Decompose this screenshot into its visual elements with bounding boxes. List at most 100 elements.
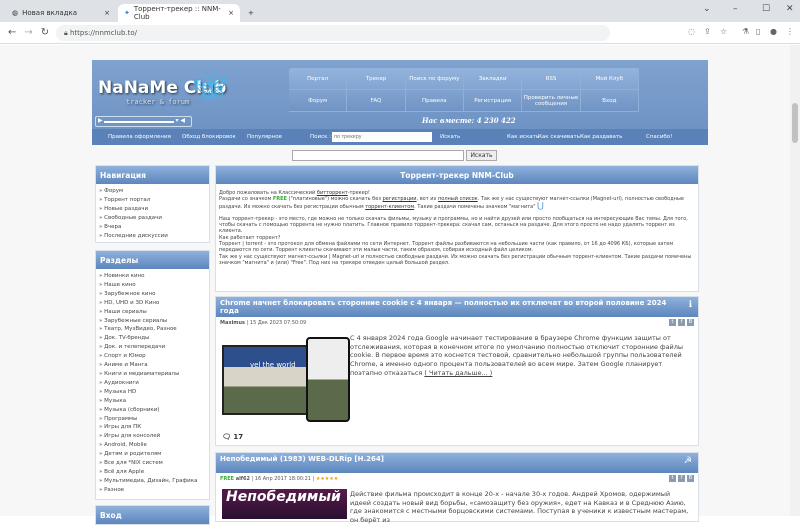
- sections-item[interactable]: » Док. и телепередачи: [99, 343, 206, 352]
- menu-rules[interactable]: Правила: [405, 90, 464, 112]
- release-item: Непобедимый (1983) WEB-DLRip [H.264] ☭ FR…: [215, 452, 699, 524]
- sections-item[interactable]: » Аниме и Манга: [99, 361, 206, 370]
- scrollbar-thumb[interactable]: [792, 103, 798, 143]
- menu-rss[interactable]: RSS: [522, 68, 581, 90]
- login-box: Вход: [95, 505, 210, 525]
- url-field[interactable]: 🔒︎ https://nnmclub.to/: [56, 25, 610, 41]
- sections-item[interactable]: » Наше кино: [99, 281, 206, 290]
- reload-icon[interactable]: ↻: [41, 27, 49, 38]
- sections-item[interactable]: » Музыка: [99, 397, 206, 406]
- menu-login[interactable]: Вход: [580, 90, 639, 112]
- site-search-input[interactable]: [292, 150, 464, 161]
- hammer-sickle-icon: ☭: [683, 456, 692, 466]
- player-progress[interactable]: [104, 121, 174, 123]
- link-how-download[interactable]: Как скачивать: [538, 134, 580, 140]
- close-tab-icon[interactable]: ×: [228, 9, 234, 17]
- audio-player[interactable]: ▶ ▾ ◀: [95, 116, 192, 127]
- maximize-icon[interactable]: ☐: [762, 4, 770, 14]
- sections-item[interactable]: » Аудиокниги: [99, 379, 206, 388]
- sections-item[interactable]: » HD, UHD и 3D Кино: [99, 299, 206, 308]
- tracker-search-input[interactable]: [332, 132, 432, 142]
- sections-item[interactable]: » Программы: [99, 415, 206, 424]
- play-icon[interactable]: ▶: [98, 117, 103, 124]
- facebook-icon[interactable]: f: [678, 475, 685, 482]
- menu-register[interactable]: Регистрация: [463, 90, 523, 112]
- sections-item[interactable]: » Зарубежные сериалы: [99, 317, 206, 326]
- link-popular[interactable]: Популярное: [247, 134, 282, 140]
- link-thanks[interactable]: Спасибо!: [646, 134, 672, 140]
- sections-item[interactable]: » Спорт и Юмор: [99, 352, 206, 361]
- vk-icon[interactable]: B: [687, 475, 694, 482]
- tab-nnm[interactable]: ✦ Торрент-трекер :: NNM-Club ×: [118, 4, 240, 22]
- sections-item[interactable]: » Разное: [99, 486, 206, 495]
- release-meta: FREE alf62 | 16 Апр 2017 18:00:21 | ★★★★…: [220, 475, 694, 482]
- menu-forum-search[interactable]: Поиск по форуму: [405, 68, 464, 90]
- sections-item[interactable]: » Игры для ПК: [99, 423, 206, 432]
- menu-icon[interactable]: ⋮: [786, 27, 794, 36]
- facebook-icon[interactable]: f: [678, 319, 685, 326]
- sections-item[interactable]: » Игры для консолей: [99, 432, 206, 441]
- sections-item[interactable]: » Док. TV-бренды: [99, 334, 206, 343]
- news-author[interactable]: Maximus: [220, 320, 245, 326]
- sections-item[interactable]: » Новинки кино: [99, 272, 206, 281]
- nav-item[interactable]: » Торрент портал: [99, 196, 206, 205]
- menu-forum[interactable]: Форум: [289, 90, 348, 112]
- minimize-icon[interactable]: –: [733, 4, 738, 14]
- tab-search-icon[interactable]: ⌄: [703, 4, 711, 14]
- link-full-list[interactable]: полный список: [438, 196, 478, 202]
- forward-icon[interactable]: →: [24, 27, 32, 38]
- news-title[interactable]: Chrome начнет блокировать сторонние cook…: [216, 297, 698, 317]
- share-icon[interactable]: ⇪: [704, 27, 711, 36]
- twitter-icon[interactable]: t: [669, 475, 676, 482]
- sections-item[interactable]: » Театр, МузВидео, Разное: [99, 325, 206, 334]
- nav-item[interactable]: » Форум: [99, 187, 206, 196]
- sections-item[interactable]: » Все для *NIX систем: [99, 459, 206, 468]
- menu-my-club[interactable]: Мой Клуб: [580, 68, 639, 90]
- extensions-icon[interactable]: ⚗: [742, 27, 749, 36]
- nav-item[interactable]: » Вчера: [99, 223, 206, 232]
- link-rules-format[interactable]: Правила оформления: [108, 134, 171, 140]
- link-bypass[interactable]: Обход блокировок: [182, 134, 236, 140]
- nav-item[interactable]: » Последние дискуссии: [99, 232, 206, 241]
- close-window-icon[interactable]: ✕: [786, 4, 794, 14]
- scrollbar[interactable]: [790, 45, 800, 516]
- sections-item[interactable]: » Мультимедиа, Дизайн, Графика: [99, 477, 206, 486]
- nav-item[interactable]: » Новые раздачи: [99, 205, 206, 214]
- link-how-seed[interactable]: Как раздавать: [580, 134, 622, 140]
- profile-icon[interactable]: ●: [770, 27, 777, 36]
- sections-item[interactable]: » Музыка HD: [99, 388, 206, 397]
- sections-item[interactable]: » Наши сериалы: [99, 308, 206, 317]
- new-tab-button[interactable]: +: [242, 4, 260, 22]
- sections-item[interactable]: » Всё для Apple: [99, 468, 206, 477]
- site-header: NaNaMe Club tracker & forum 🦋︎ ▶ ▾ ◀ Порта…: [92, 60, 708, 145]
- link-how-search[interactable]: Как искать: [507, 134, 539, 140]
- link-torrent-client[interactable]: торрент-клиентом: [365, 204, 414, 210]
- star-icon[interactable]: ☆: [720, 27, 727, 36]
- tab-new[interactable]: ◍ Новая вкладка ×: [6, 4, 116, 22]
- menu-faq[interactable]: FAQ: [347, 90, 406, 112]
- link-registration[interactable]: регистрации: [383, 196, 417, 202]
- sections-item[interactable]: » Музыка (сборники): [99, 406, 206, 415]
- close-tab-icon[interactable]: ×: [104, 9, 110, 17]
- read-more-link[interactable]: ( Читать дальше... ): [424, 369, 492, 377]
- comments-count[interactable]: 🗨︎ 17: [222, 433, 243, 441]
- site-search-button[interactable]: Искать: [466, 150, 497, 161]
- twitter-icon[interactable]: t: [669, 319, 676, 326]
- sections-item[interactable]: » Зарубежное кино: [99, 290, 206, 299]
- eye-off-icon[interactable]: ◌: [688, 27, 695, 36]
- sidepanel-icon[interactable]: ▯: [756, 27, 760, 36]
- menu-portal[interactable]: Портал: [289, 68, 348, 90]
- vk-icon[interactable]: B: [687, 319, 694, 326]
- menu-messages[interactable]: Проверить личные сообщения: [522, 90, 581, 112]
- menu-tracker[interactable]: Трекер: [347, 68, 406, 90]
- sections-item[interactable]: » Детям и родителям: [99, 450, 206, 459]
- sections-item[interactable]: » Android, Mobile: [99, 441, 206, 450]
- release-title[interactable]: Непобедимый (1983) WEB-DLRip [H.264] ☭: [216, 453, 698, 473]
- menu-bookmarks[interactable]: Закладки: [463, 68, 523, 90]
- tracker-search-button[interactable]: Искать: [440, 134, 460, 140]
- nav-item[interactable]: » Свободные раздачи: [99, 214, 206, 223]
- sections-item[interactable]: » Книги и медиаматериалы: [99, 370, 206, 379]
- back-icon[interactable]: ←: [8, 27, 16, 38]
- volume-icon[interactable]: ▾ ◀: [175, 117, 185, 124]
- release-author[interactable]: alf62: [236, 476, 250, 482]
